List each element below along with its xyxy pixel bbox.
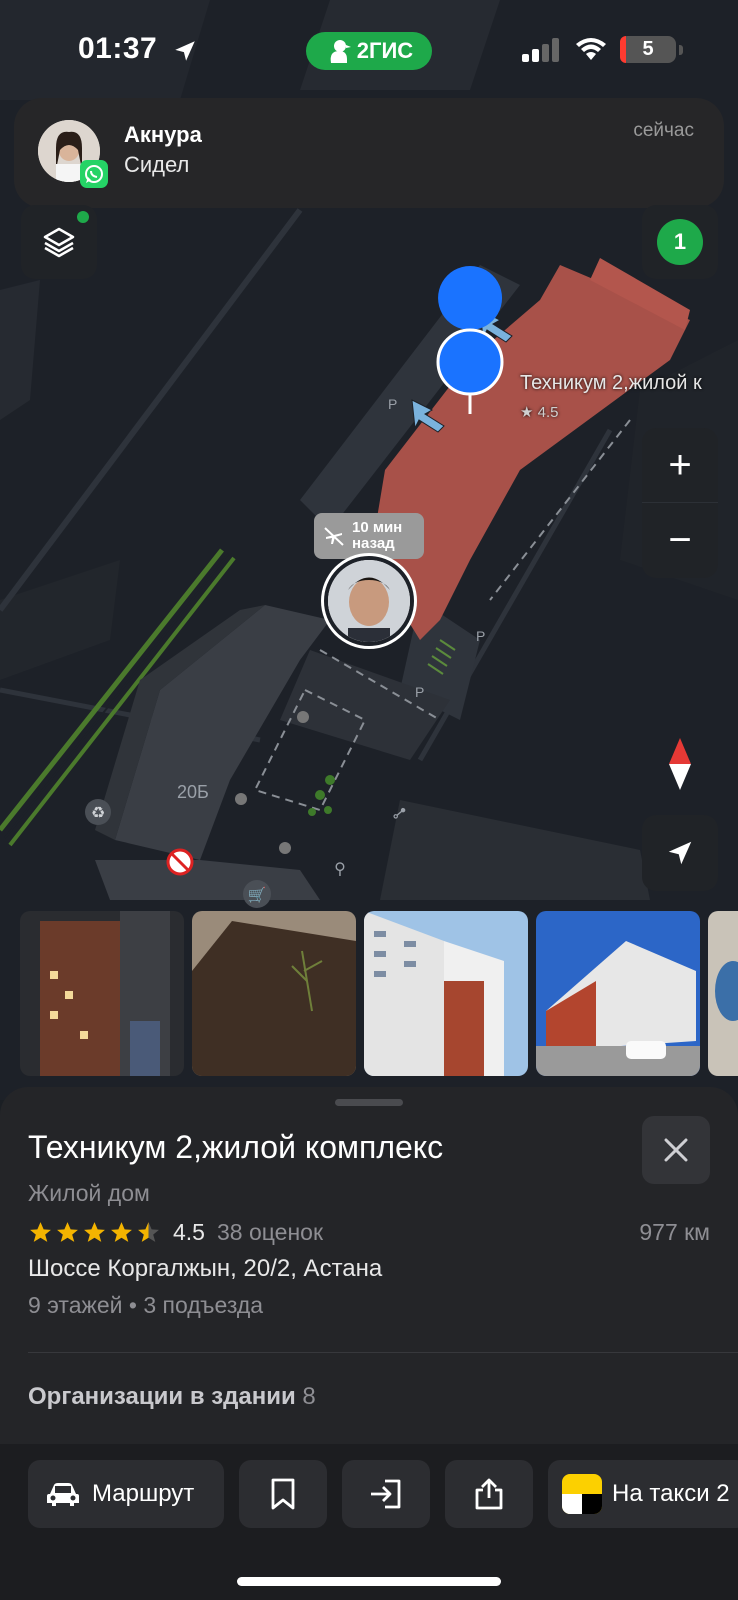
friends-button[interactable]: 1 <box>642 205 718 279</box>
friend-last-seen-bubble: 10 мин назад <box>314 513 424 559</box>
gallery-photo[interactable] <box>364 911 528 1076</box>
battery-indicator: 5 <box>620 36 676 63</box>
star-icon <box>57 1221 78 1242</box>
gallery-photo[interactable] <box>192 911 356 1076</box>
place-title: Техникум 2,жилой комплекс <box>28 1129 444 1165</box>
layers-active-dot <box>77 211 89 223</box>
distance-label: 977 км <box>639 1219 710 1245</box>
zoom-out-button[interactable]: − <box>642 503 718 578</box>
zoom-controls: + − <box>642 428 718 578</box>
zoom-in-button[interactable]: + <box>642 428 718 503</box>
star-icon <box>84 1221 105 1242</box>
share-button[interactable] <box>445 1460 533 1528</box>
close-button[interactable] <box>642 1116 710 1184</box>
building-info: 9 этажей • 3 подъезда <box>28 1292 264 1318</box>
gallery-photo[interactable] <box>708 911 738 1076</box>
route-label: Маршрут <box>92 1480 195 1507</box>
my-location-button[interactable] <box>642 815 718 891</box>
svg-text:⚲: ⚲ <box>334 859 346 878</box>
bookmark-button[interactable] <box>239 1460 327 1528</box>
enter-icon <box>371 1479 401 1509</box>
location-arrow-icon <box>175 41 195 61</box>
rating-count[interactable]: 38 оценок <box>217 1219 323 1246</box>
house-number-label: 20Б <box>177 782 209 802</box>
notification-sender: Акнура <box>124 122 202 147</box>
friend-avatar-marker[interactable] <box>324 556 414 646</box>
taxi-button[interactable]: На такси 2 <box>548 1460 738 1528</box>
status-time: 01:37 <box>78 32 158 65</box>
status-bar: 01:37 2ГИС 5 <box>0 0 738 100</box>
route-button[interactable]: Маршрут <box>28 1460 224 1528</box>
gallery-photo[interactable] <box>536 911 700 1076</box>
car-icon <box>47 1483 79 1506</box>
last-seen-text: 10 мин назад <box>352 519 403 552</box>
taxi-label: На такси 2 <box>612 1480 730 1507</box>
parking-label: P <box>415 684 425 700</box>
star-icon <box>30 1221 51 1242</box>
compass-button[interactable] <box>642 726 718 802</box>
close-icon <box>664 1138 688 1162</box>
battery-tip <box>679 45 683 55</box>
location-arrow-icon <box>668 841 692 865</box>
svg-text:♻: ♻ <box>91 803 105 822</box>
taxi-logo-icon <box>562 1474 602 1514</box>
parking-label: P <box>476 628 486 644</box>
map-view[interactable]: ♻ 🛒 ⊶ ⚲ Техникум 2,жилой к ★ 4.5 20Б P P… <box>0 0 738 1100</box>
layers-icon <box>43 227 75 258</box>
action-bar: Маршрут На такси 2 <box>0 1444 738 1600</box>
sheet-grabber[interactable] <box>335 1099 403 1106</box>
notification-time: сейчас <box>633 120 694 141</box>
layers-button[interactable] <box>21 205 97 279</box>
app-badge-label: 2ГИС <box>356 38 414 63</box>
notification-message: Сидел <box>124 152 190 177</box>
star-icon <box>138 1221 159 1242</box>
whatsapp-icon <box>80 160 108 188</box>
building-name-label[interactable]: Техникум 2,жилой к <box>520 372 702 395</box>
active-app-pill[interactable]: 2ГИС <box>306 32 432 70</box>
home-indicator[interactable] <box>237 1577 501 1586</box>
star-icon <box>111 1221 132 1242</box>
parking-label: P <box>388 396 398 412</box>
rating-stars <box>28 1220 161 1245</box>
svg-text:🛒: 🛒 <box>248 886 267 904</box>
photo-gallery[interactable] <box>20 911 738 1076</box>
plane-off-icon <box>324 527 344 546</box>
share-icon <box>475 1478 503 1510</box>
organizations-link[interactable]: Организации в здании 8 <box>28 1383 316 1411</box>
bookmark-icon <box>271 1478 295 1510</box>
duck-icon <box>330 40 351 63</box>
place-type: Жилой дом <box>28 1180 150 1206</box>
gallery-photo[interactable] <box>20 911 184 1076</box>
divider <box>28 1352 738 1353</box>
friends-count-badge: 1 <box>657 219 703 265</box>
rating-row[interactable]: 4.5 38 оценок <box>28 1217 323 1247</box>
organizations-count: 8 <box>302 1383 316 1410</box>
rating-value: 4.5 <box>173 1218 205 1245</box>
compass-icon <box>669 738 691 790</box>
wifi-icon <box>576 38 606 60</box>
address[interactable]: Шоссе Коргалжын, 20/2, Астана <box>28 1255 382 1283</box>
building-rating-label: ★ 4.5 <box>520 404 559 421</box>
friend-avatar-photo <box>328 560 410 642</box>
entrance-button[interactable] <box>342 1460 430 1528</box>
message-notification[interactable]: Акнура Сидел сейчас <box>14 98 724 208</box>
cellular-signal-icon <box>522 38 559 62</box>
